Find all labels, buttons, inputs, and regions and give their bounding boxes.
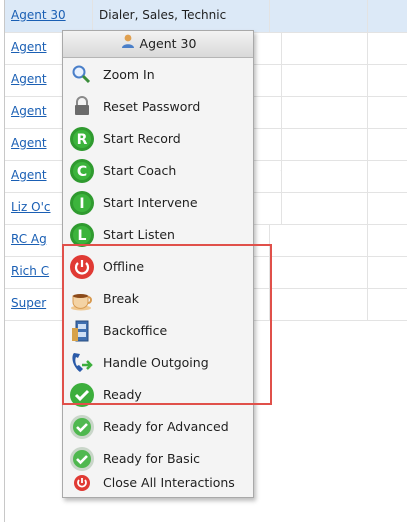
lock-icon <box>69 94 95 120</box>
coffee-cup-icon <box>69 286 95 312</box>
power-icon <box>69 254 95 280</box>
menu-item-backoffice[interactable]: Backoffice <box>63 315 253 347</box>
svg-text:L: L <box>78 228 87 244</box>
agent-name-link[interactable]: Agent <box>11 72 47 86</box>
agent-context-menu: Agent 30 Zoom In Reset Password R Start … <box>62 30 254 498</box>
phone-outgoing-icon <box>69 350 95 376</box>
agent-name-link[interactable]: Agent <box>11 136 47 150</box>
listen-icon: L <box>69 222 95 248</box>
menu-item-ready-for-advanced[interactable]: Ready for Advanced <box>63 411 253 443</box>
intervene-icon: I <box>69 190 95 216</box>
coach-icon: C <box>69 158 95 184</box>
menu-item-handle-outgoing[interactable]: Handle Outgoing <box>63 347 253 379</box>
menu-item-reset-password[interactable]: Reset Password <box>63 91 253 123</box>
cabinet-icon <box>69 318 95 344</box>
svg-text:I: I <box>79 196 84 212</box>
skills-cell: Dialer, Sales, Technic <box>93 0 270 32</box>
menu-item-start-record[interactable]: R Start Record <box>63 123 253 155</box>
agent-name-link[interactable]: Liz O'c <box>11 200 50 214</box>
menu-item-start-listen[interactable]: L Start Listen <box>63 219 253 251</box>
record-icon: R <box>69 126 95 152</box>
agent-name-link[interactable]: RC Ag <box>11 232 47 246</box>
menu-item-offline[interactable]: Offline <box>63 251 253 283</box>
menu-item-ready[interactable]: Ready <box>63 379 253 411</box>
check-faded-icon <box>69 414 95 440</box>
agent-name-link[interactable]: Agent <box>11 168 47 182</box>
agent-name-link[interactable]: Agent <box>11 40 47 54</box>
context-menu-title: Agent 30 <box>139 36 197 51</box>
agent-name-link[interactable]: Agent <box>11 104 47 118</box>
agent-name-link[interactable]: Rich C <box>11 264 49 278</box>
zoom-in-icon <box>69 62 95 88</box>
context-menu-header: Agent 30 <box>63 31 253 58</box>
check-icon <box>69 382 95 408</box>
agent-icon <box>120 32 136 58</box>
table-row[interactable]: Agent 30 Dialer, Sales, Technic <box>5 0 407 33</box>
svg-text:C: C <box>77 164 87 180</box>
agent-name-link[interactable]: Agent 30 <box>11 8 66 22</box>
menu-item-close-all-interactions[interactable]: Close All Interactions <box>63 467 253 499</box>
agent-name-link[interactable]: Super <box>11 296 46 310</box>
power-small-icon <box>69 470 95 496</box>
menu-item-start-intervene[interactable]: I Start Intervene <box>63 187 253 219</box>
menu-item-break[interactable]: Break <box>63 283 253 315</box>
svg-text:R: R <box>77 132 88 148</box>
menu-item-start-coach[interactable]: C Start Coach <box>63 155 253 187</box>
menu-item-zoom-in[interactable]: Zoom In <box>63 59 253 91</box>
